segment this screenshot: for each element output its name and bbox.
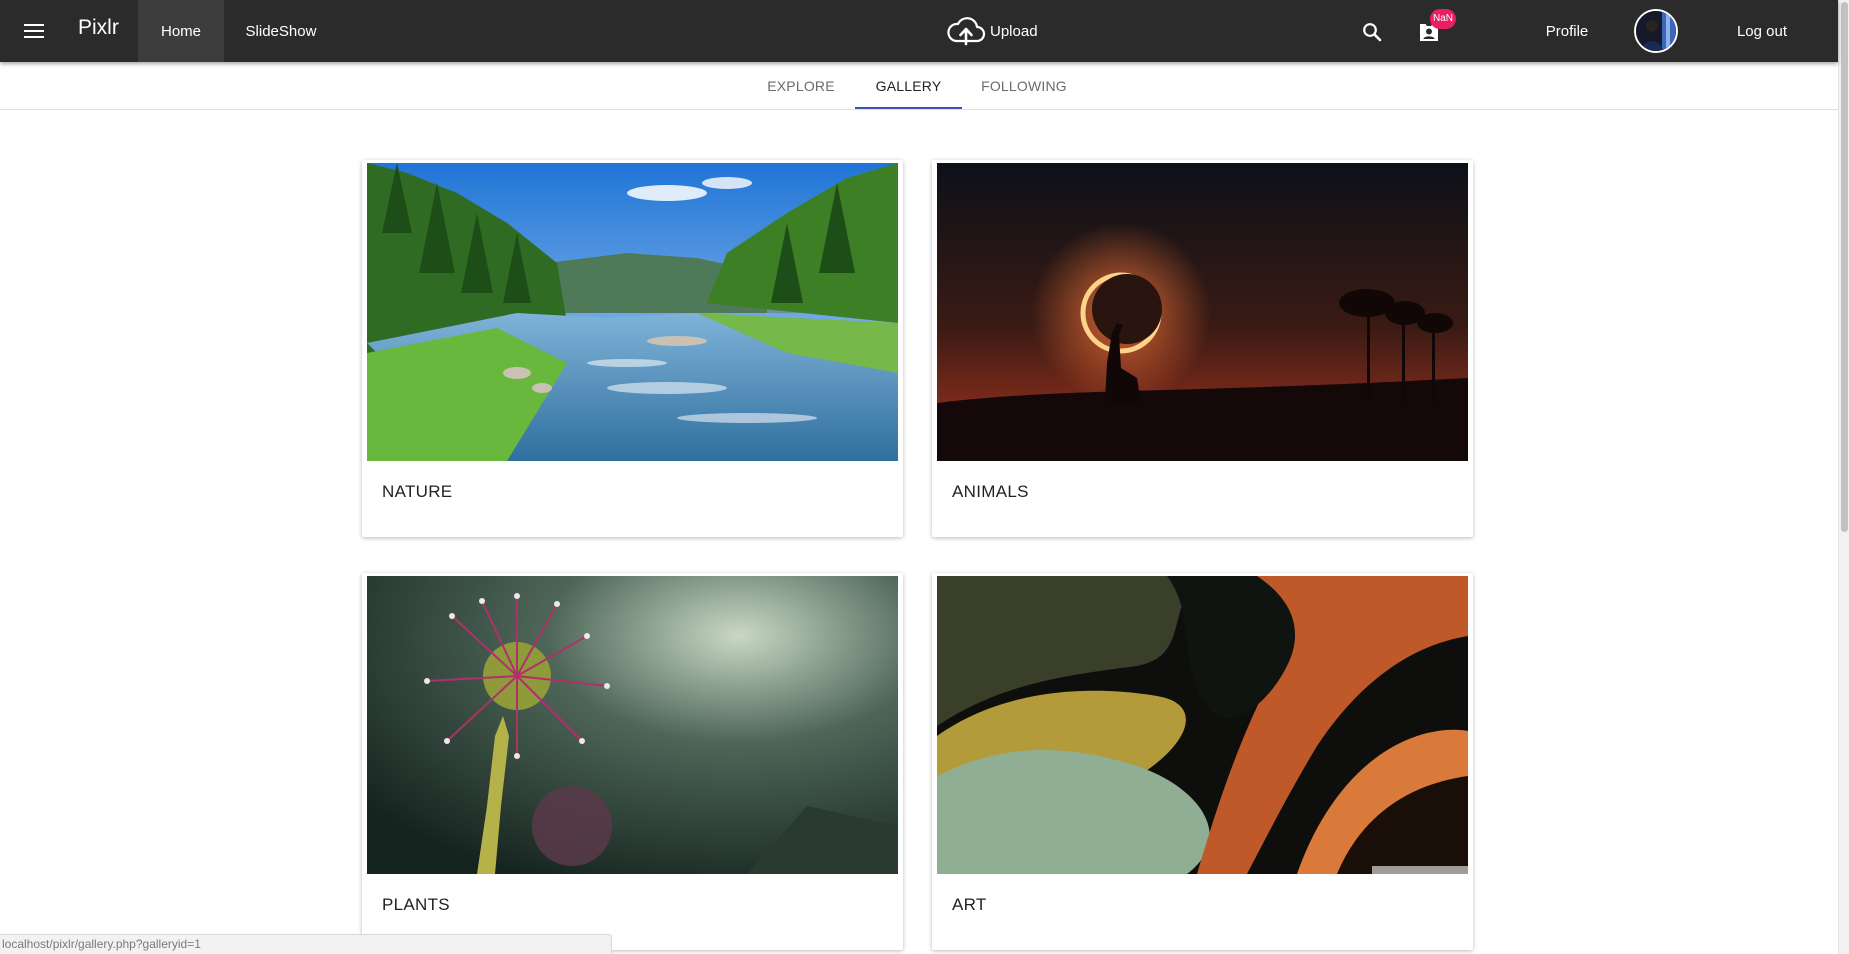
search-icon <box>1363 23 1382 42</box>
river-forest-image <box>367 163 898 461</box>
profile-link[interactable]: Profile <box>1534 0 1600 62</box>
gallery-card-plants[interactable]: PLANTS <box>362 573 903 950</box>
card-title-art[interactable]: ART <box>952 895 987 915</box>
animals-thumbnail[interactable] <box>937 163 1468 461</box>
upload-button[interactable]: Upload <box>946 14 1038 48</box>
cloud-upload-icon <box>947 17 986 46</box>
upload-label: Upload <box>990 22 1038 40</box>
notifications-button[interactable]: NaN <box>1414 9 1457 47</box>
sundew-plant-image <box>367 576 898 874</box>
gallery-grid: NATURE ANIMALS PLANTS ART <box>0 110 1838 954</box>
tab-following[interactable]: FOLLOWING <box>964 62 1084 110</box>
active-tab-indicator <box>855 107 962 109</box>
abstract-swirl-image <box>937 576 1468 874</box>
giraffe-eclipse-image <box>937 163 1468 461</box>
plants-thumbnail[interactable] <box>367 576 898 874</box>
menu-button[interactable] <box>14 12 54 50</box>
status-url: localhost/pixlr/gallery.php?galleryid=1 <box>0 934 612 954</box>
notification-badge: NaN <box>1430 9 1457 29</box>
brand-logo[interactable]: Pixlr <box>78 16 119 40</box>
avatar[interactable] <box>1634 9 1678 53</box>
tab-bar: EXPLORE GALLERY FOLLOWING <box>0 62 1838 110</box>
card-title-nature[interactable]: NATURE <box>382 482 452 502</box>
nav-home-link[interactable]: Home <box>138 0 224 62</box>
art-thumbnail[interactable] <box>937 576 1468 874</box>
tab-gallery[interactable]: GALLERY <box>855 62 962 110</box>
app-bar: Pixlr Home SlideShow Upload NaN Profile … <box>0 0 1838 62</box>
card-title-plants[interactable]: PLANTS <box>382 895 450 915</box>
page: Pixlr Home SlideShow Upload NaN Profile … <box>0 0 1849 954</box>
menu-icon <box>24 24 44 38</box>
nature-thumbnail[interactable] <box>367 163 898 461</box>
gallery-card-nature[interactable]: NATURE <box>362 160 903 537</box>
nav-slideshow-link[interactable]: SlideShow <box>236 0 326 62</box>
scrollbar-thumb[interactable] <box>1841 2 1848 532</box>
page-scrollbar[interactable] <box>1838 0 1849 954</box>
tab-explore[interactable]: EXPLORE <box>752 62 850 110</box>
search-button[interactable] <box>1358 18 1386 46</box>
avatar-image <box>1636 11 1676 51</box>
gallery-card-animals[interactable]: ANIMALS <box>932 160 1473 537</box>
card-title-animals[interactable]: ANIMALS <box>952 482 1029 502</box>
logout-link[interactable]: Log out <box>1714 0 1810 62</box>
gallery-card-art[interactable]: ART <box>932 573 1473 950</box>
